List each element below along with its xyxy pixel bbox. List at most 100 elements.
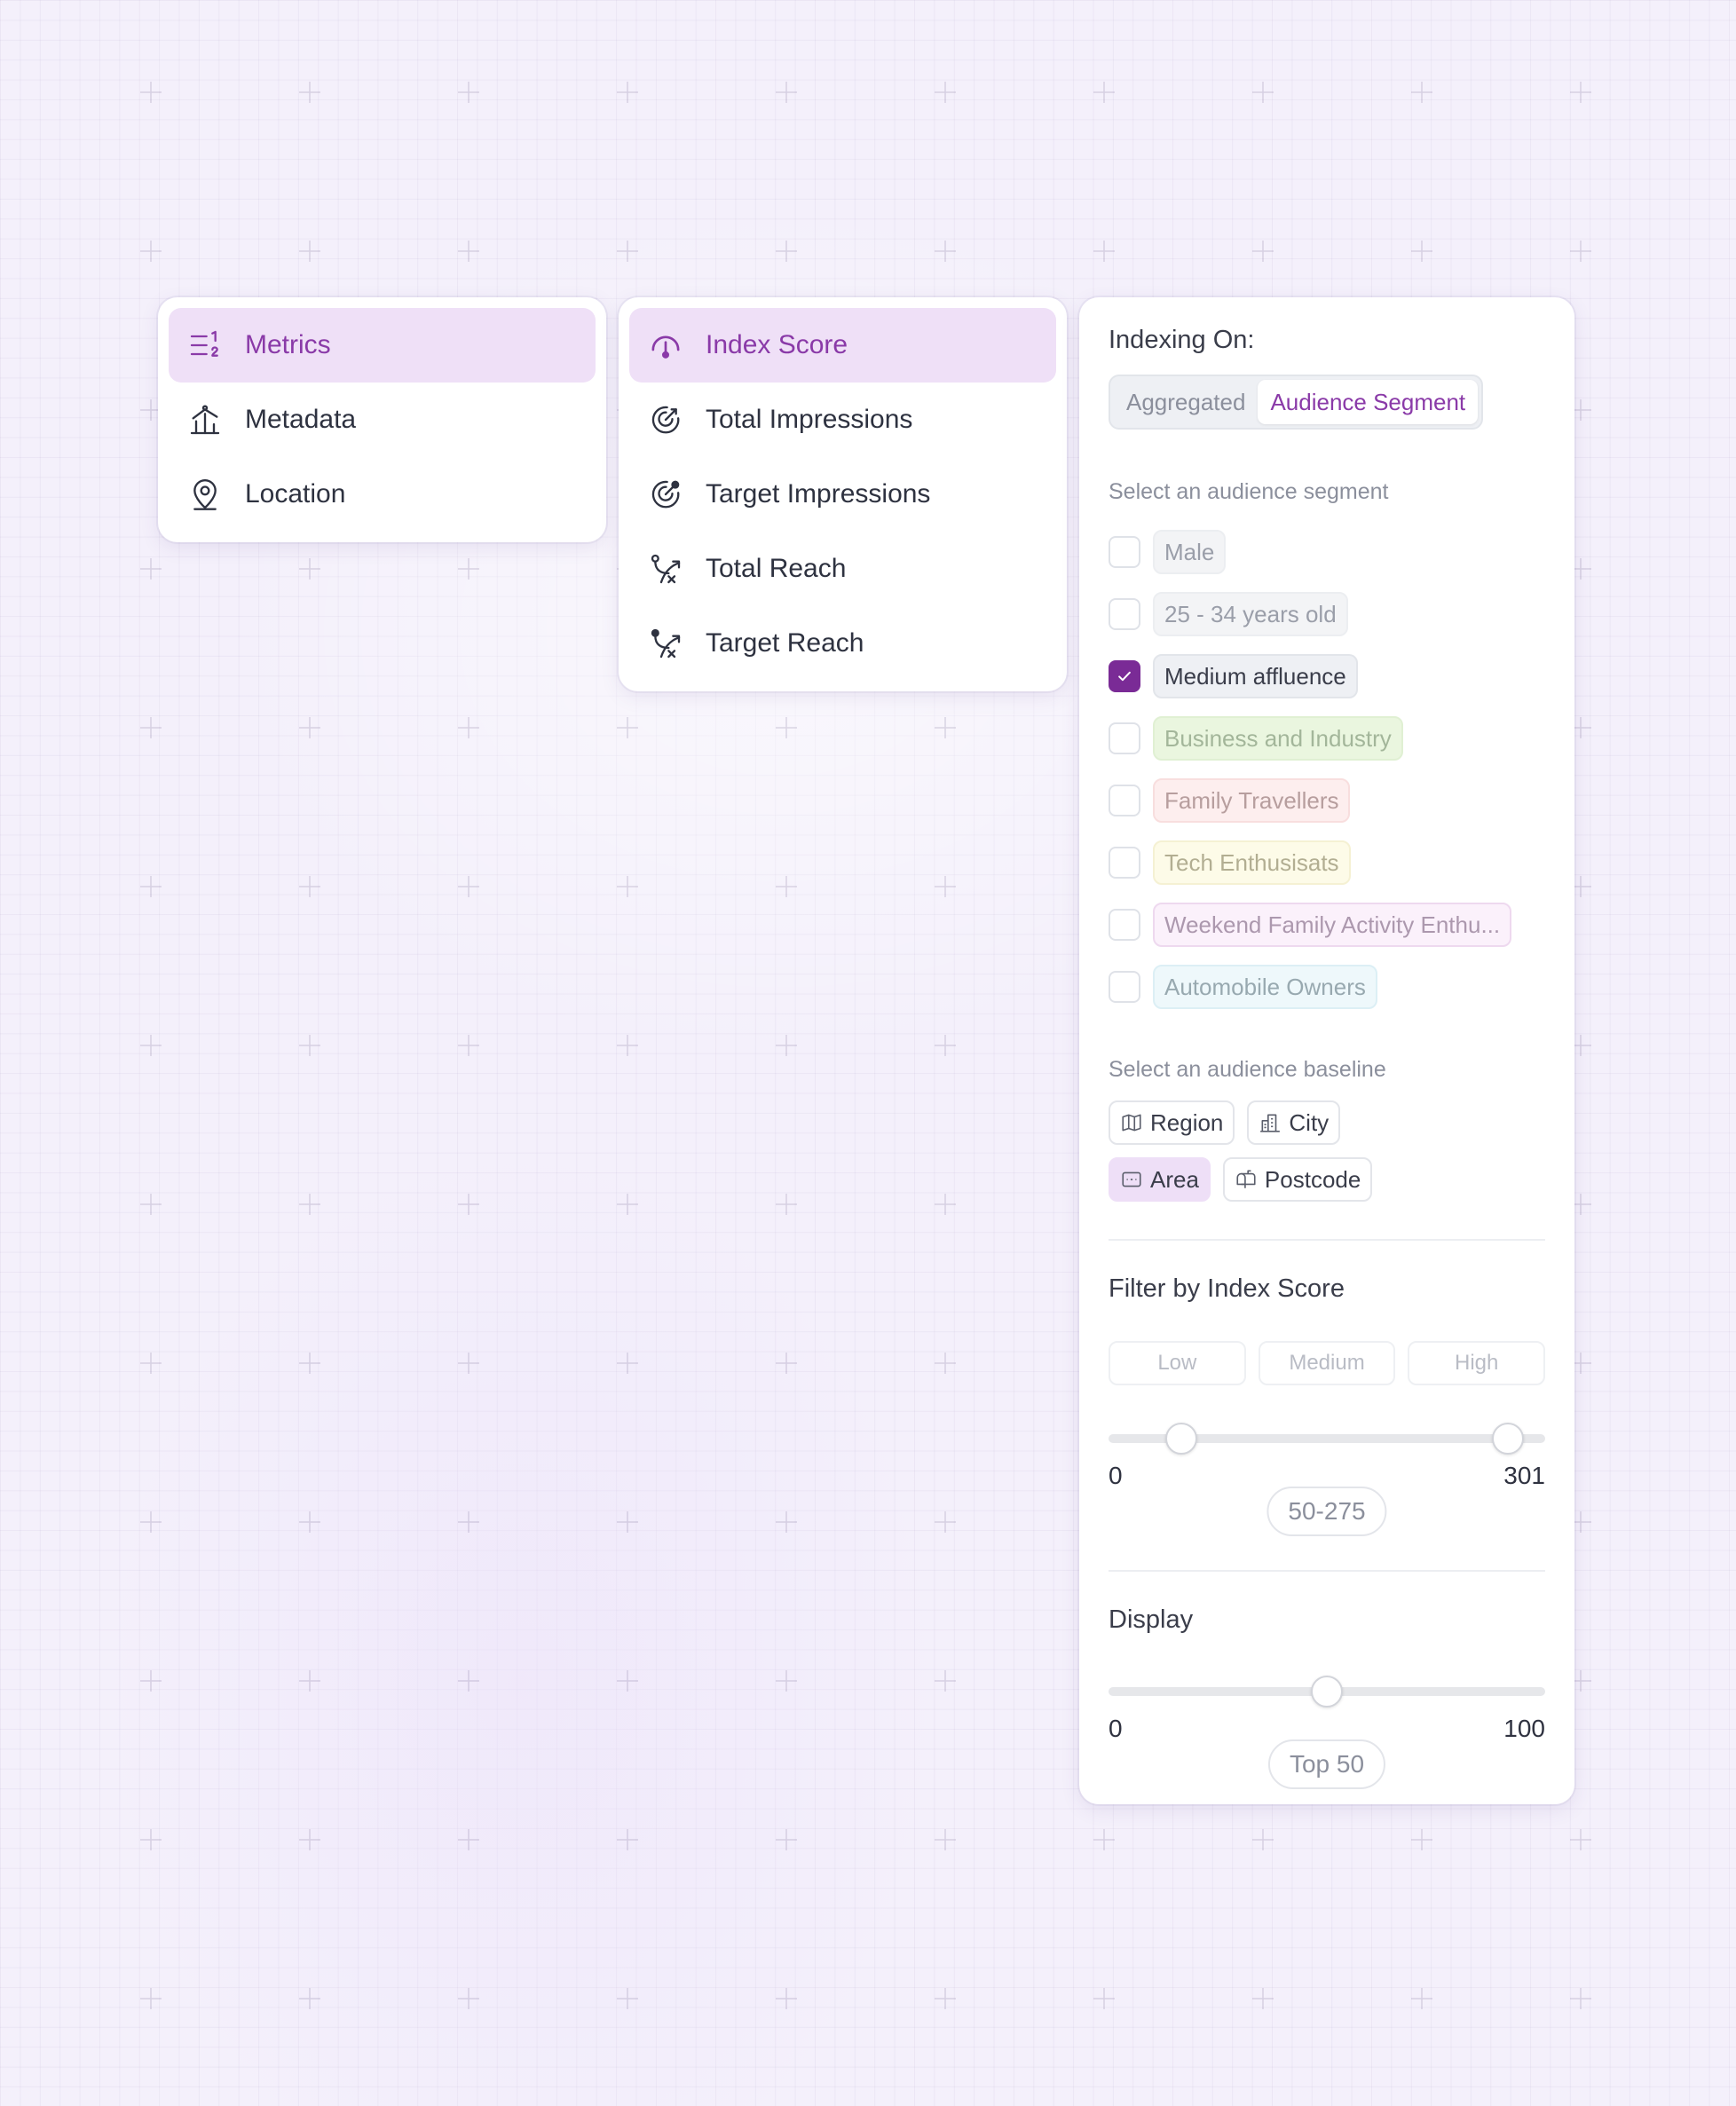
metric-menu: Index Score Total Impressions Target Imp…: [619, 297, 1067, 691]
grid-cross: [935, 1194, 956, 1215]
grid-cross: [1570, 1829, 1591, 1850]
grid-cross: [1411, 82, 1432, 103]
display-title: Display: [1109, 1605, 1194, 1634]
list-numbered-icon: [186, 327, 224, 364]
slider-handle[interactable]: [1311, 1676, 1343, 1708]
grid-cross: [299, 1353, 320, 1374]
filter-low-button[interactable]: Low: [1109, 1341, 1246, 1385]
grid-cross: [617, 1511, 638, 1533]
grid-cross: [299, 876, 320, 897]
grid-cross: [617, 241, 638, 262]
grid-cross: [299, 1194, 320, 1215]
building-icon: [1260, 1114, 1281, 1132]
indexing-toggle: Aggregated Audience Segment: [1109, 375, 1484, 430]
segment-row[interactable]: Tech Enthusisats: [1109, 832, 1545, 894]
display-slider[interactable]: [1109, 1674, 1545, 1709]
grid-cross: [458, 241, 479, 262]
gauge-icon: [647, 327, 684, 364]
bar-chart-icon: [186, 401, 224, 438]
menu-item-metrics[interactable]: Metrics: [169, 308, 596, 383]
menu-item-index-score[interactable]: Index Score: [629, 308, 1056, 383]
slider-handle-high[interactable]: [1491, 1423, 1524, 1455]
segment-checkbox[interactable]: [1109, 660, 1140, 692]
segment-chip: Medium affluence: [1153, 654, 1358, 698]
grid-cross: [1570, 82, 1591, 103]
grid-cross: [458, 1035, 479, 1056]
menu-item-total-reach[interactable]: Total Reach: [629, 532, 1056, 606]
segment-checkbox[interactable]: [1109, 785, 1140, 816]
segment-checkbox[interactable]: [1109, 722, 1140, 754]
mailbox-icon: [1236, 1170, 1256, 1188]
grid-cross: [935, 876, 956, 897]
grid-cross: [299, 82, 320, 103]
filter-high-button[interactable]: High: [1408, 1341, 1546, 1385]
segment-row[interactable]: Automobile Owners: [1109, 956, 1545, 1018]
segment-row[interactable]: Medium affluence: [1109, 645, 1545, 707]
grid-cross: [776, 241, 797, 262]
section-divider: [1109, 1239, 1545, 1241]
menu-item-location[interactable]: Location: [169, 457, 596, 532]
segment-checkbox[interactable]: [1109, 598, 1140, 630]
grid-cross: [140, 1035, 162, 1056]
grid-cross: [1252, 1988, 1274, 2009]
menu-item-label: Location: [245, 479, 346, 509]
segment-checkbox[interactable]: [1109, 909, 1140, 941]
grid-cross: [458, 558, 479, 580]
index-level-buttons: Low Medium High: [1109, 1341, 1546, 1385]
grid-cross: [935, 1670, 956, 1692]
area-icon: [1122, 1171, 1141, 1187]
grid-cross: [935, 1353, 956, 1374]
segment-row[interactable]: Family Travellers: [1109, 769, 1545, 832]
grid-cross: [617, 1988, 638, 2009]
grid-cross: [617, 1670, 638, 1692]
route-icon: [647, 550, 684, 588]
grid-cross: [776, 1035, 797, 1056]
menu-item-metadata[interactable]: Metadata: [169, 383, 596, 457]
baseline-city-button[interactable]: City: [1247, 1100, 1341, 1145]
segment-row[interactable]: Male: [1109, 521, 1545, 583]
grid-cross: [776, 876, 797, 897]
segment-chip: Family Travellers: [1153, 778, 1351, 823]
grid-cross: [1411, 1988, 1432, 2009]
grid-cross: [140, 558, 162, 580]
grid-cross: [617, 1194, 638, 1215]
segment-chip: Tech Enthusisats: [1153, 840, 1351, 885]
segment-chip: Weekend Family Activity Enthu...: [1153, 903, 1512, 947]
segment-checkbox[interactable]: [1109, 971, 1140, 1003]
filter-medium-button[interactable]: Medium: [1258, 1341, 1396, 1385]
segment-chip: Automobile Owners: [1153, 965, 1377, 1009]
baseline-area-button[interactable]: Area: [1109, 1157, 1211, 1202]
grid-cross: [1093, 1988, 1115, 2009]
segment-row[interactable]: Weekend Family Activity Enthu...: [1109, 894, 1545, 956]
baseline-region-button[interactable]: Region: [1109, 1100, 1235, 1145]
grid-cross: [1252, 1829, 1274, 1850]
baseline-label: Region: [1150, 1108, 1224, 1136]
grid-cross: [1252, 241, 1274, 262]
segment-row[interactable]: Business and Industry: [1109, 707, 1545, 769]
menu-item-target-reach[interactable]: Target Reach: [629, 606, 1056, 681]
slider-handle-low[interactable]: [1164, 1423, 1197, 1455]
menu-item-target-impressions[interactable]: Target Impressions: [629, 457, 1056, 532]
baseline-postcode-button[interactable]: Postcode: [1222, 1157, 1373, 1202]
grid-cross: [935, 82, 956, 103]
segment-chip: 25 - 34 years old: [1153, 592, 1348, 636]
index-score-range-slider[interactable]: [1109, 1421, 1545, 1456]
menu-item-total-impressions[interactable]: Total Impressions: [629, 383, 1056, 457]
grid-cross: [140, 82, 162, 103]
segment-chip: Business and Industry: [1153, 716, 1403, 761]
segment-row[interactable]: 25 - 34 years old: [1109, 583, 1545, 645]
toggle-option-aggregated[interactable]: Aggregated: [1114, 380, 1258, 424]
grid-cross: [1570, 1988, 1591, 2009]
segment-checkbox[interactable]: [1109, 847, 1140, 879]
segment-checkbox[interactable]: [1109, 536, 1140, 568]
grid-cross: [140, 1988, 162, 2009]
menu-item-label: Target Impressions: [706, 479, 931, 509]
menu-item-label: Total Reach: [706, 554, 847, 583]
section-divider: [1109, 1570, 1545, 1572]
grid-cross: [458, 82, 479, 103]
grid-cross: [458, 876, 479, 897]
toggle-option-audience-segment[interactable]: Audience Segment: [1258, 380, 1479, 424]
grid-cross: [140, 717, 162, 738]
grid-cross: [458, 1829, 479, 1850]
menu-item-label: Target Reach: [706, 628, 864, 658]
